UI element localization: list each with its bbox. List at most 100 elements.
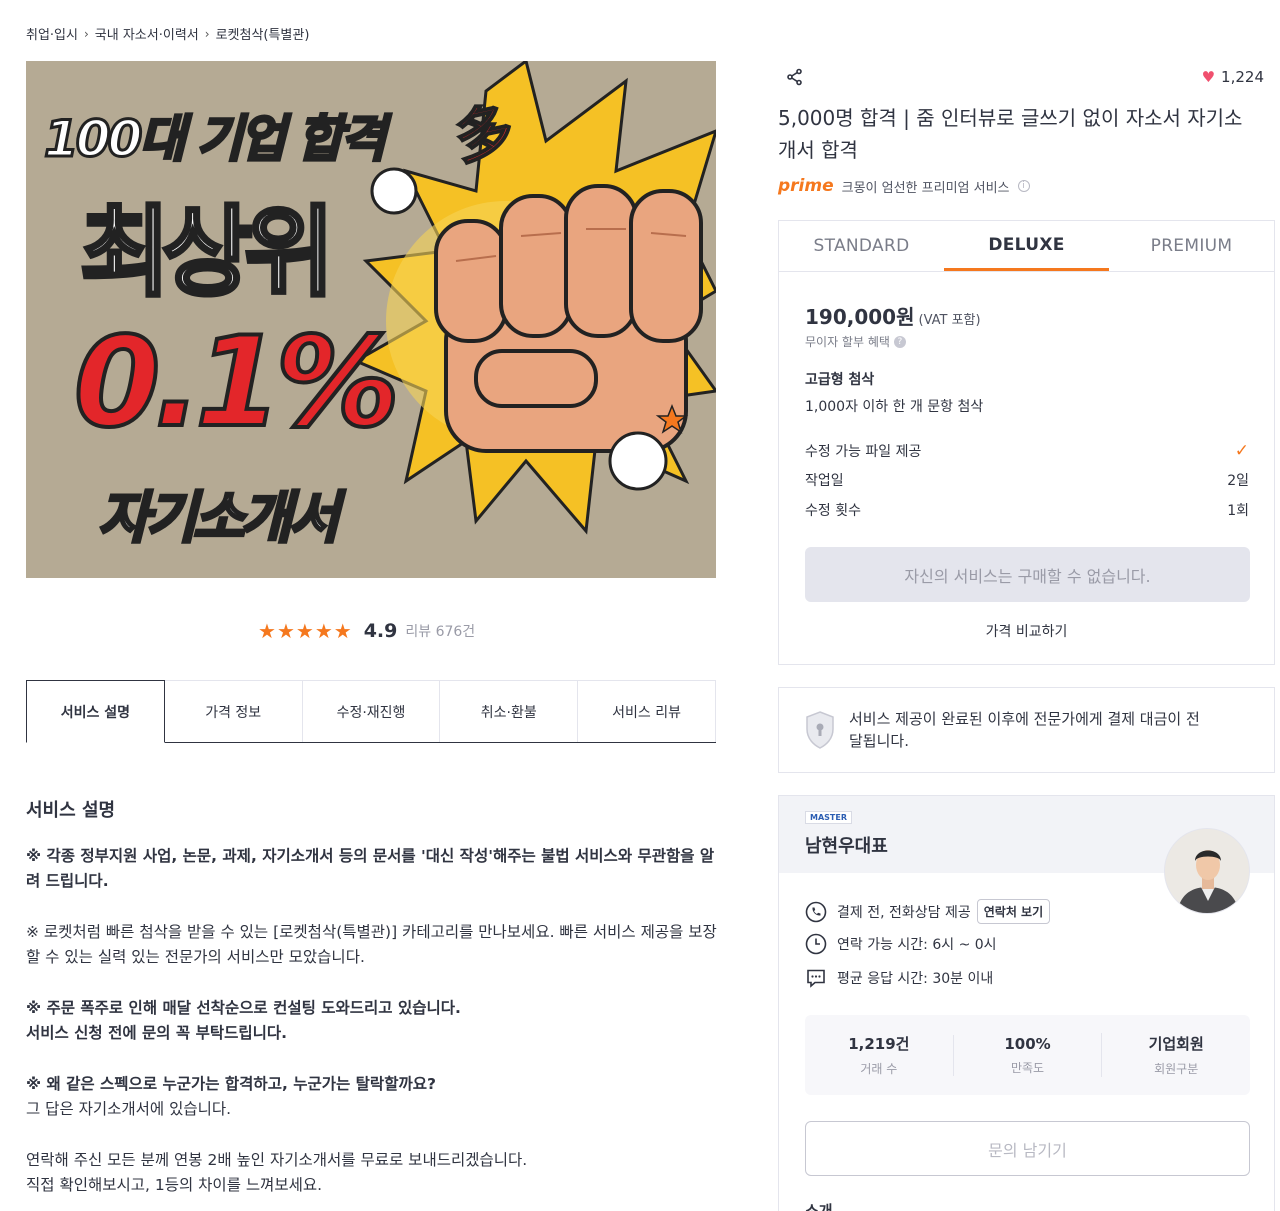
prime-badge: prime 크몽이 엄선한 프리미엄 서비스 i: [778, 176, 1030, 196]
tab-premium[interactable]: PREMIUM: [1109, 221, 1274, 271]
description-line: 직접 확인해보시고, 1등의 차이를 느껴보세요.: [26, 1176, 323, 1194]
option-label: 수정 횟수: [805, 503, 861, 519]
stat-label: 회원구분: [1154, 1062, 1199, 1076]
star-rating: ★ ★ ★ ★ ★: [258, 621, 352, 641]
purchase-button[interactable]: 자신의 서비스는 구매할 수 없습니다.: [805, 547, 1250, 602]
star-icon: ★: [314, 619, 333, 643]
option-value: 1회: [1227, 503, 1249, 519]
check-icon: ✓: [1234, 441, 1249, 461]
clock-icon: [805, 933, 827, 955]
compare-price-link[interactable]: 가격 비교하기: [779, 621, 1274, 641]
package-option: 수정 횟수 1회: [805, 500, 1249, 520]
hero-subtitle: 자기소개서: [97, 485, 342, 553]
package-price: 190,000원 (VAT 포함): [805, 301, 981, 330]
action-bar: ♥ 1,224: [786, 68, 1264, 88]
description-paragraph: ※ 왜 같은 스펙으로 누군가는 합격하고, 누군가는 탈락할까요? 그 답은 …: [26, 1072, 726, 1122]
stat-value: 1,219건: [848, 1035, 910, 1053]
vat-note: (VAT 포함): [918, 313, 981, 328]
tab-price-info[interactable]: 가격 정보: [164, 680, 303, 742]
notice-text: 서비스 제공이 완료된 이후에 전문가에게 결제 대금이 전달됩니다.: [849, 710, 1200, 750]
detail-tabs: 서비스 설명 가격 정보 수정·재진행 취소·환불 서비스 리뷰: [26, 680, 716, 743]
breadcrumb-item[interactable]: 로켓첨삭(특별관): [216, 24, 310, 43]
option-label: 작업일: [805, 473, 844, 489]
help-icon[interactable]: ?: [893, 335, 906, 348]
avatar[interactable]: [1164, 828, 1250, 914]
service-main-image[interactable]: 100대 기업 합격 多 최상위 0.1% 자기소개서: [26, 61, 716, 578]
package-tabs: STANDARD DELUXE PREMIUM: [779, 221, 1274, 272]
seller-info-row: 평균 응답 시간: 30분 이내: [805, 967, 993, 989]
seller-info-text: 연락 가능 시간: 6시 ~ 0시: [837, 937, 997, 953]
section-heading: 서비스 설명: [26, 800, 116, 821]
tab-deluxe[interactable]: DELUXE: [944, 221, 1109, 271]
tab-service-description[interactable]: 서비스 설명: [26, 680, 165, 743]
seller-info-text: 결제 전, 전화상담 제공: [837, 904, 971, 921]
service-title: 5,000명 합격 | 줌 인터뷰로 글쓰기 없이 자소서 자기소개서 합격: [778, 106, 1243, 162]
stat-satisfaction: 100% 만족도: [952, 1034, 1102, 1076]
breadcrumb-item[interactable]: 취업·입시: [26, 24, 78, 43]
hero-headline: 100대 기업 합격: [42, 109, 387, 170]
star-icon: ★: [295, 619, 314, 643]
option-value: 2일: [1227, 473, 1249, 489]
star-icon: ★: [258, 619, 276, 643]
master-badge: MASTER: [805, 811, 852, 824]
stat-value: 100%: [1004, 1034, 1051, 1053]
installment-info: 무이자 할부 혜택 ?: [805, 333, 906, 350]
review-count[interactable]: 리뷰 676건: [405, 621, 475, 641]
description-line: ※ 왜 같은 스펙으로 누군가는 합격하고, 누군가는 탈락할까요?: [26, 1075, 436, 1093]
hero-title: 최상위: [78, 194, 337, 312]
package-option: 작업일 2일: [805, 470, 1249, 490]
option-label: 수정 가능 파일 제공: [805, 444, 922, 460]
share-icon[interactable]: [786, 68, 804, 86]
description-paragraph: ※ 주문 폭주로 인해 매달 선착순으로 컨설팅 도와드리고 있습니다. 서비스…: [26, 996, 726, 1046]
description-paragraph: ※ 로켓처럼 빠른 첨삭을 받을 수 있는 [로켓첨삭(특별관)] 카테고리를 …: [26, 923, 717, 966]
package-option: 수정 가능 파일 제공 ✓: [805, 441, 1249, 461]
service-description: 서비스 설명 ※ 각종 정부지원 사업, 논문, 과제, 자기소개서 등의 문서…: [26, 796, 726, 1211]
tab-cancel-refund[interactable]: 취소·환불: [440, 680, 579, 742]
star-icon: ★: [333, 619, 352, 643]
stat-value: 기업회원: [1148, 1035, 1204, 1053]
package-detail: 1,000자 이하 한 개 문항 첨삭: [805, 399, 984, 415]
seller-intro-heading: 소개: [805, 1202, 833, 1211]
package-card: STANDARD DELUXE PREMIUM 190,000원 (VAT 포함)…: [778, 220, 1275, 665]
hero-percent: 0.1%: [72, 309, 402, 457]
seller-stats: 1,219건 거래 수 100% 만족도 기업회원 회원구분: [805, 1015, 1250, 1095]
description-line: 연락해 주신 모든 분께 연봉 2배 높인 자기소개서를 무료로 보내드리겠습니…: [26, 1151, 528, 1169]
package-name: 고급형 첨삭: [805, 372, 875, 388]
view-contact-button[interactable]: 연락처 보기: [976, 899, 1051, 924]
stat-transactions: 1,219건 거래 수: [805, 1033, 953, 1077]
heart-icon: ♥: [1201, 68, 1216, 86]
installment-text: 무이자 할부 혜택: [805, 335, 890, 349]
prime-logo: prime: [778, 176, 834, 196]
stat-label: 거래 수: [860, 1062, 898, 1076]
description-paragraph: ※ 각종 정부지원 사업, 논문, 과제, 자기소개서 등의 문서를 '대신 작…: [26, 847, 715, 890]
avatar-photo: [1165, 829, 1249, 913]
star-icon: ★: [276, 619, 295, 643]
prime-text: 크몽이 엄선한 프리미엄 서비스: [841, 180, 1010, 196]
phone-icon: [805, 901, 827, 922]
stat-label: 만족도: [1010, 1060, 1045, 1075]
chat-bubble-icon: [807, 969, 825, 988]
info-icon[interactable]: i: [1017, 180, 1030, 192]
like-button[interactable]: ♥ 1,224: [1202, 68, 1264, 86]
like-count: 1,224: [1221, 68, 1264, 86]
breadcrumb-item[interactable]: 국내 자소서·이력서: [95, 24, 199, 43]
shield-icon: [806, 711, 834, 749]
description-line: 서비스 신청 전에 문의 꼭 부탁드립니다.: [26, 1024, 288, 1042]
description-paragraph: 연락해 주신 모든 분께 연봉 2배 높인 자기소개서를 무료로 보내드리겠습니…: [26, 1148, 726, 1198]
seller-card: MASTER 남현우대표 결제 전, 전화상담 제공 연락처 보기 연락 가능 …: [778, 795, 1275, 1211]
description-line: ※ 주문 폭주로 인해 매달 선착순으로 컨설팅 도와드리고 있습니다.: [26, 999, 461, 1017]
price-value: 190,000원: [805, 305, 915, 329]
tab-service-review[interactable]: 서비스 리뷰: [578, 680, 716, 742]
seller-info-text: 평균 응답 시간: 30분 이내: [837, 971, 994, 987]
tab-standard[interactable]: STANDARD: [779, 221, 944, 271]
inquiry-button[interactable]: 문의 남기기: [805, 1121, 1250, 1176]
seller-info-row: 연락 가능 시간: 6시 ~ 0시: [805, 933, 997, 955]
rating-score: 4.9: [363, 620, 398, 642]
chevron-right-icon: ›: [83, 26, 89, 41]
seller-info-row: 결제 전, 전화상담 제공 연락처 보기: [805, 899, 1051, 924]
breadcrumb: 취업·입시 › 국내 자소서·이력서 › 로켓첨삭(특별관): [26, 24, 310, 44]
seller-name[interactable]: 남현우대표: [805, 832, 888, 858]
tab-revision[interactable]: 수정·재진행: [302, 680, 441, 742]
payment-notice: 서비스 제공이 완료된 이후에 전문가에게 결제 대금이 전달됩니다.: [778, 687, 1275, 773]
description-line: 그 답은 자기소개서에 있습니다.: [26, 1100, 232, 1118]
